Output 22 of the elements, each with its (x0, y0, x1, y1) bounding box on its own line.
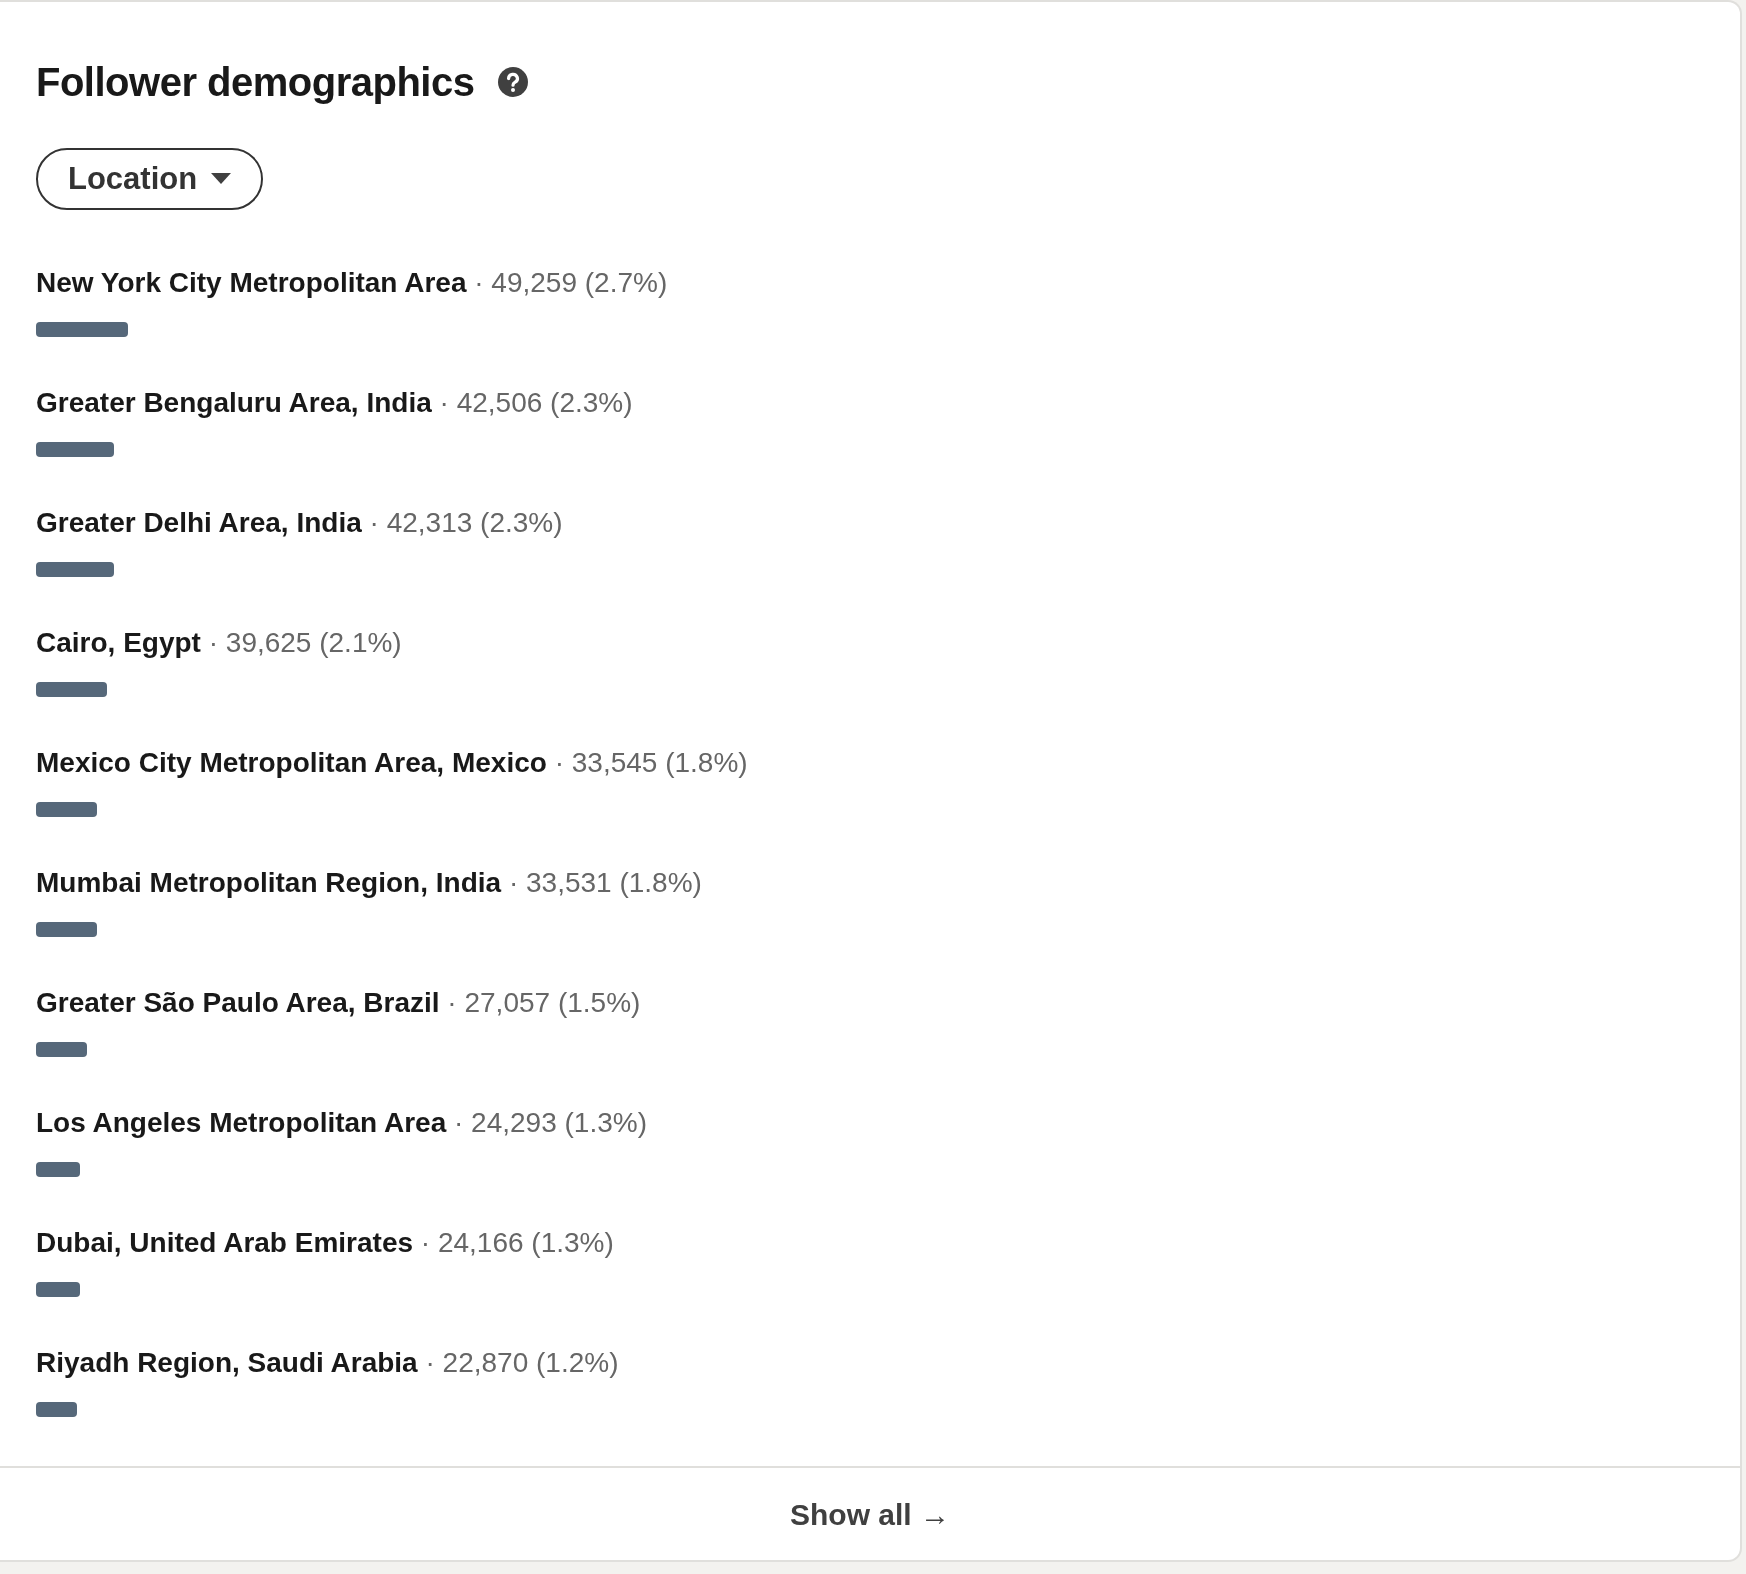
location-label: Mexico City Metropolitan Area, Mexico · 33,545 (1.8%) (36, 746, 749, 780)
location-label: Mumbai Metropolitan Region, India · 33,531 (1.8%) (36, 866, 703, 900)
location-label: Riyadh Region, Saudi Arabia · 22,870 (1.2%) (36, 1346, 620, 1380)
section-title: Follower demographics (36, 59, 475, 106)
location-dropdown[interactable]: Location (36, 148, 264, 211)
share-bar (36, 1041, 87, 1057)
location-label: Greater Bengaluru Area, India · 42,506 (2.3%) (36, 386, 634, 420)
help-icon[interactable] (498, 67, 529, 97)
share-bar (36, 1401, 77, 1417)
share-bar (36, 681, 108, 697)
location-label: Greater São Paulo Area, Brazil · 27,057 (1.5%) (36, 986, 642, 1020)
share-bar (36, 801, 98, 817)
caret-icon (211, 173, 232, 186)
location-label: New York City Metropolitan Area · 49,259 (2.7%) (36, 266, 669, 300)
share-bar (36, 921, 98, 937)
location-label: Dubai, United Arab Emirates · 24,166 (1.3%) (36, 1226, 615, 1260)
location-label: Los Angeles Metropolitan Area · 24,293 (1.3%) (36, 1106, 648, 1140)
location-label: Cairo, Egypt · 39,625 (2.1%) (36, 626, 403, 660)
share-bar (36, 1161, 81, 1177)
show-all-link[interactable]: Show all → (784, 1490, 956, 1538)
share-bar (36, 1281, 81, 1297)
location-label: Greater Delhi Area, India · 42,313 (2.3%) (36, 506, 564, 540)
